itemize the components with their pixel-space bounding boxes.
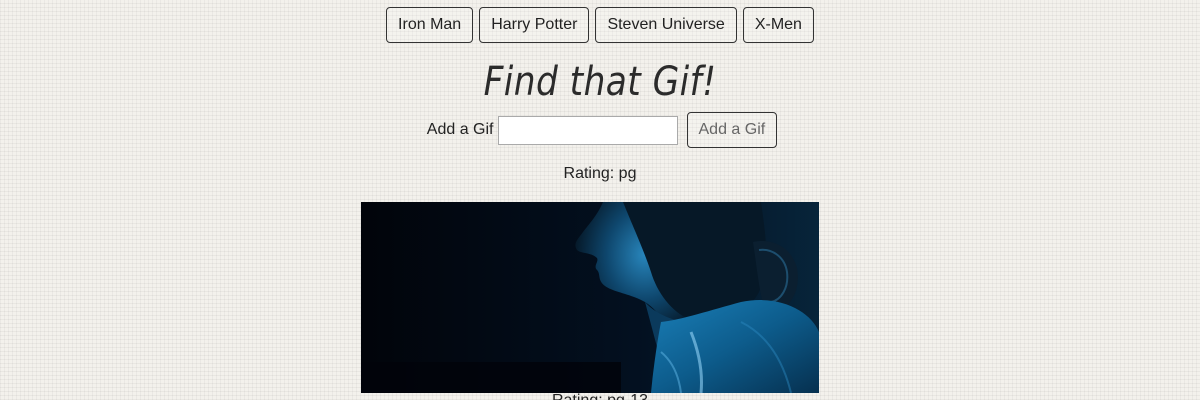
add-gif-button[interactable]: Add a Gif: [686, 112, 778, 148]
topic-button-bar: Iron Man Harry Potter Steven Universe X-…: [0, 7, 1200, 43]
topic-button-steven-universe[interactable]: Steven Universe: [595, 7, 737, 43]
gif-rating: Rating: pg-13: [0, 392, 1200, 400]
add-gif-label: Add a Gif: [426, 121, 494, 138]
add-gif-form: Add a Gif Add a Gif: [0, 112, 1200, 148]
gif-rating: Rating: pg: [563, 165, 637, 182]
gif-image[interactable]: [361, 202, 819, 393]
gif-image-art: [361, 202, 819, 393]
page-title: Find that Gif!: [483, 59, 717, 105]
topic-button-iron-man[interactable]: Iron Man: [386, 7, 474, 43]
page: Iron Man Harry Potter Steven Universe X-…: [0, 0, 1200, 400]
topic-button-harry-potter[interactable]: Harry Potter: [479, 7, 590, 43]
topic-button-x-men[interactable]: X-Men: [742, 7, 814, 43]
add-gif-input[interactable]: [497, 115, 678, 145]
